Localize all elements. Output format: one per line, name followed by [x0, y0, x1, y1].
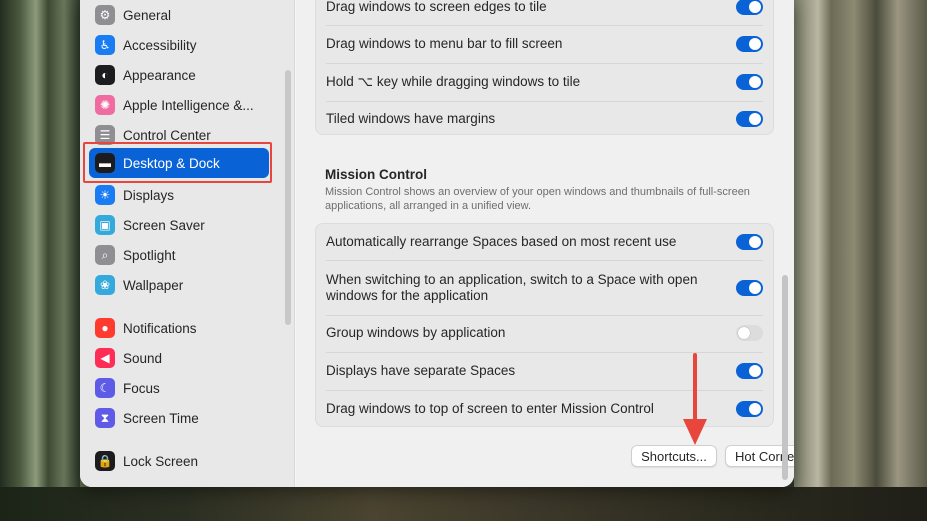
toggle-switch[interactable]	[736, 111, 763, 127]
annotation-arrow	[683, 353, 707, 445]
setting-label: Drag windows to screen edges to tile	[326, 0, 547, 14]
apple-intelligence-icon: ✺	[95, 95, 115, 115]
sidebar-item-focus[interactable]: ☾ Focus	[89, 373, 269, 403]
setting-label: Hold ⌥ key while dragging windows to til…	[326, 74, 581, 89]
toggle-switch[interactable]	[736, 0, 763, 15]
sidebar-item-label: Screen Saver	[123, 217, 205, 233]
sidebar-item-sound[interactable]: ◀ Sound	[89, 343, 269, 373]
sidebar-item-label: Apple Intelligence &...	[123, 97, 254, 113]
divider	[326, 260, 763, 261]
setting-row: When switching to an application, switch…	[316, 264, 773, 312]
setting-label: Displays have separate Spaces	[326, 363, 516, 378]
setting-label: Tiled windows have margins	[326, 111, 496, 126]
sidebar: ⚙ General ♿ Accessibility ◐ Appearance ✺…	[80, 0, 295, 487]
toggle-switch[interactable]	[736, 363, 763, 379]
sidebar-item-general[interactable]: ⚙ General	[89, 0, 269, 30]
sidebar-item-notifications[interactable]: ● Notifications	[89, 313, 269, 343]
lock-icon: 🔒	[95, 451, 115, 471]
section-description: Mission Control shows an overview of you…	[325, 186, 750, 212]
toggle-switch[interactable]	[736, 74, 763, 90]
sidebar-item-label: Spotlight	[123, 247, 176, 263]
toggle-switch[interactable]	[736, 280, 763, 296]
sidebar-scrollbar[interactable]	[285, 70, 291, 325]
setting-row: Drag windows to menu bar to fill screen	[316, 29, 773, 59]
setting-row: Group windows by application	[316, 318, 773, 348]
sidebar-item-screen-time[interactable]: ⧗ Screen Time	[89, 403, 269, 433]
sidebar-item-label: Displays	[123, 187, 175, 203]
section-title: Mission Control	[325, 167, 427, 182]
setting-row: Drag windows to screen edges to tile	[316, 0, 773, 21]
divider	[326, 25, 763, 26]
sidebar-item-label: General	[123, 7, 172, 23]
appearance-icon: ◐	[95, 65, 115, 85]
toggle-switch[interactable]	[736, 401, 763, 417]
sidebar-item-label: Accessibility	[123, 37, 197, 53]
setting-row: Hold ⌥ key while dragging windows to til…	[316, 67, 773, 97]
sidebar-item-lock-screen[interactable]: 🔒 Lock Screen	[89, 446, 269, 476]
sidebar-item-label: Wallpaper	[123, 277, 184, 293]
spotlight-icon: ⌕	[95, 245, 115, 265]
sidebar-item-apple-intelligence[interactable]: ✺ Apple Intelligence &...	[89, 90, 269, 120]
toggle-switch[interactable]	[736, 325, 763, 341]
wallpaper-icon: ❀	[95, 275, 115, 295]
sidebar-item-spotlight[interactable]: ⌕ Spotlight	[89, 240, 269, 270]
divider	[326, 63, 763, 64]
shortcuts-button[interactable]: Shortcuts...	[631, 445, 717, 467]
desktop-dock-icon: ▬	[95, 153, 115, 173]
setting-label: Drag windows to top of screen to enter M…	[326, 401, 654, 416]
sidebar-item-label: Screen Time	[123, 410, 199, 426]
sidebar-item-label: Appearance	[123, 67, 196, 83]
accessibility-icon: ♿	[95, 35, 115, 55]
wallpaper-left	[0, 0, 80, 521]
focus-icon: ☾	[95, 378, 115, 398]
windows-settings-group: Drag windows to screen edges to tile Dra…	[315, 0, 774, 135]
toggle-switch[interactable]	[736, 234, 763, 250]
sidebar-item-label: Desktop & Dock	[123, 155, 220, 171]
screen-saver-icon: ▣	[95, 215, 115, 235]
divider	[326, 101, 763, 102]
sidebar-item-desktop-dock[interactable]: ▬ Desktop & Dock	[89, 148, 269, 178]
sound-icon: ◀	[95, 348, 115, 368]
screen-time-icon: ⧗	[95, 408, 115, 428]
setting-row: Tiled windows have margins	[316, 105, 773, 133]
setting-label: Group windows by application	[326, 325, 506, 340]
main-pane: Drag windows to screen edges to tile Dra…	[296, 0, 794, 487]
notifications-icon: ●	[95, 318, 115, 338]
sidebar-item-label: Focus	[123, 380, 160, 396]
sidebar-item-label: Lock Screen	[123, 453, 199, 469]
gear-icon: ⚙	[95, 5, 115, 25]
setting-label: Drag windows to menu bar to fill screen	[326, 36, 563, 51]
sidebar-item-screen-saver[interactable]: ▣ Screen Saver	[89, 210, 269, 240]
divider	[326, 315, 763, 316]
sidebar-item-label: Control Center	[123, 127, 211, 143]
setting-label: Automatically rearrange Spaces based on …	[326, 234, 677, 249]
sidebar-item-accessibility[interactable]: ♿ Accessibility	[89, 30, 269, 60]
sidebar-item-displays[interactable]: ☀ Displays	[89, 180, 269, 210]
wallpaper-right	[794, 0, 927, 521]
sidebar-item-label: Sound	[123, 350, 163, 366]
sidebar-item-label: Notifications	[123, 320, 197, 336]
setting-label: When switching to an application, switch…	[326, 272, 698, 303]
sidebar-item-appearance[interactable]: ◐ Appearance	[89, 60, 269, 90]
sidebar-item-wallpaper[interactable]: ❀ Wallpaper	[89, 270, 269, 300]
toggle-switch[interactable]	[736, 36, 763, 52]
sidebar-item-control-center[interactable]: ☰ Control Center	[89, 120, 269, 150]
wallpaper-bottom	[0, 487, 927, 521]
setting-row: Automatically rearrange Spaces based on …	[316, 227, 773, 257]
main-scrollbar[interactable]	[782, 275, 788, 480]
displays-icon: ☀	[95, 185, 115, 205]
control-center-icon: ☰	[95, 125, 115, 145]
